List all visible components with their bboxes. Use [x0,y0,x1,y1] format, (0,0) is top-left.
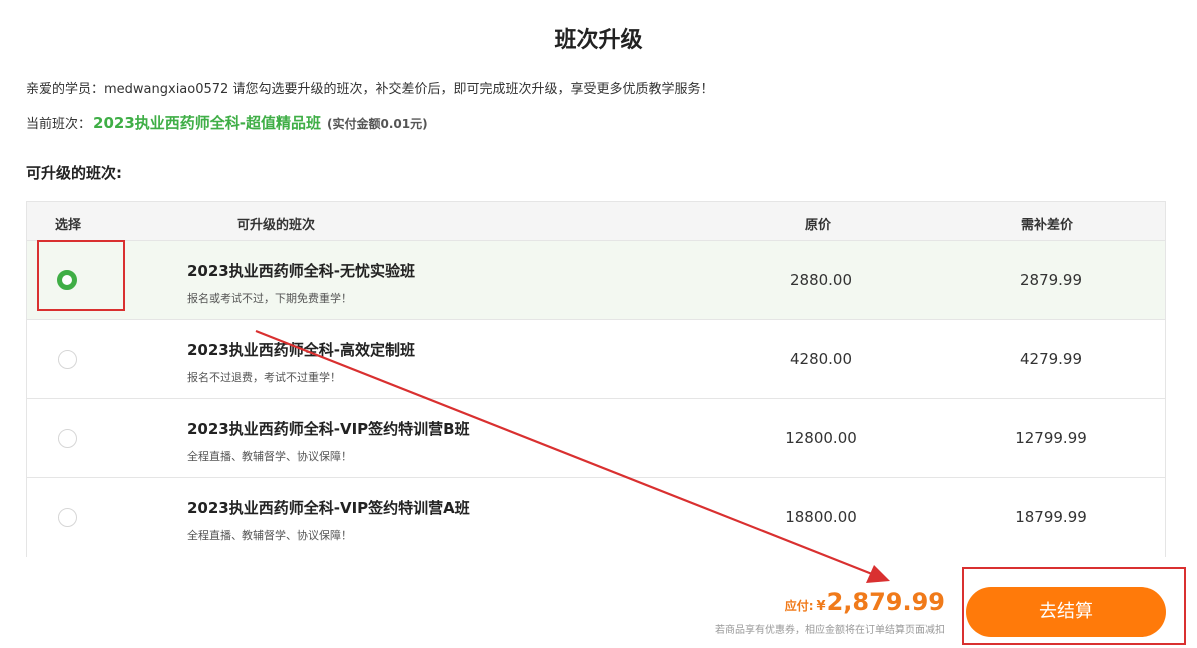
currency-symbol: ¥ [816,599,826,614]
upgrade-table: 选择 可升级的班次 原价 需补差价 2023执业西药师全科-无忧实验班 报名或考… [26,201,1166,557]
original-price: 2880.00 [789,271,853,289]
class-name: 2023执业西药师全科-VIP签约特训营A班 [187,499,470,517]
price-difference: 12799.99 [1015,429,1087,447]
annotation-box-checkout [962,567,1186,645]
class-name: 2023执业西药师全科-无忧实验班 [187,262,415,280]
class-desc: 报名或考试不过，下期免费重学！ [187,292,352,305]
current-class-paid: (实付金额0.01元) [327,117,428,131]
table-header: 选择 可升级的班次 原价 需补差价 [27,202,1165,241]
table-row[interactable]: 2023执业西药师全科-无忧实验班 报名或考试不过，下期免费重学！ 2880.0… [27,241,1165,320]
current-class-name: 2023执业西药师全科-超值精品班 [93,114,321,132]
radio-unselected[interactable] [58,350,77,369]
original-price: 4280.00 [789,350,853,368]
class-desc: 全程直播、教辅督学、协议保障！ [187,529,352,542]
price-difference: 2879.99 [1019,271,1083,289]
radio-unselected[interactable] [58,508,77,527]
class-desc: 全程直播、教辅督学、协议保障！ [187,450,352,463]
class-name: 2023执业西药师全科-高效定制班 [187,341,415,359]
header-class: 可升级的班次 [237,218,316,233]
header-select: 选择 [55,218,82,233]
price-difference: 4279.99 [1019,350,1083,368]
coupon-note: 若商品享有优惠券，相应金额将在订单结算页面减扣 [715,625,945,636]
payment-label: 应付: [784,599,814,613]
page-title: 班次升级 [554,28,643,53]
table-row[interactable]: 2023执业西药师全科-高效定制班 报名不过退费，考试不过重学！ 4280.00… [27,320,1165,399]
payment-total: 2,879.99 [826,588,945,616]
upgrade-section-title: 可升级的班次: [26,164,122,182]
annotation-box-radio [37,240,125,311]
current-class: 当前班次： 2023执业西药师全科-超值精品班 (实付金额0.01元) [26,112,428,133]
price-difference: 18799.99 [1015,508,1087,526]
header-original-price: 原价 [805,218,832,233]
table-row[interactable]: 2023执业西药师全科-VIP签约特训营B班 全程直播、教辅督学、协议保障！ 1… [27,399,1165,478]
payment-amount: 应付: ¥ 2,879.99 [785,588,945,616]
table-row[interactable]: 2023执业西药师全科-VIP签约特训营A班 全程直播、教辅督学、协议保障！ 1… [27,478,1165,557]
class-name: 2023执业西药师全科-VIP签约特训营B班 [187,420,470,438]
header-difference: 需补差价 [1021,218,1074,233]
class-desc: 报名不过退费，考试不过重学！ [187,371,341,384]
radio-unselected[interactable] [58,429,77,448]
current-class-label: 当前班次： [26,117,92,132]
greeting-text: 亲爱的学员：medwangxiao0572 请您勾选要升级的班次，补交差价后，即… [26,82,714,97]
arrow-head-icon [866,565,890,583]
original-price: 12800.00 [785,429,857,447]
original-price: 18800.00 [785,508,857,526]
